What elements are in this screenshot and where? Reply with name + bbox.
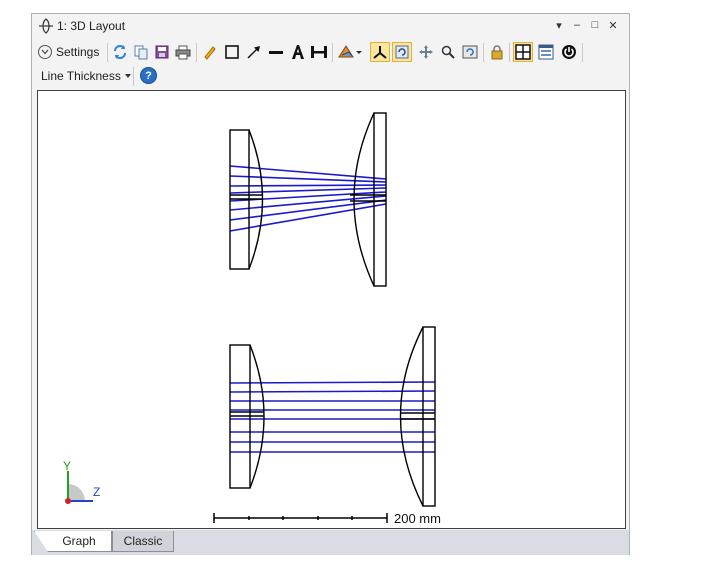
arrow-icon[interactable] — [244, 42, 264, 62]
scale-bar-label: 200 mm — [394, 511, 441, 526]
lower-lens-1 — [229, 344, 265, 489]
toolbar-separator — [582, 43, 583, 62]
toolbar-separator — [107, 43, 108, 62]
toolbar-separator — [196, 43, 197, 62]
secondary-toolbar: Line Thickness ? — [32, 65, 629, 89]
lock-icon[interactable] — [487, 42, 507, 62]
line-thickness-label: Line Thickness — [41, 69, 121, 83]
lens-system-lower — [229, 326, 436, 507]
toolbar-separator — [332, 43, 333, 62]
axis-label-z: Z — [93, 485, 100, 499]
pencil-icon[interactable] — [200, 42, 220, 62]
tab-classic-label: Classic — [123, 534, 163, 548]
toolbar-separator — [133, 67, 134, 86]
toolbar-separator — [483, 43, 484, 62]
toolbar-separator — [509, 43, 510, 62]
tab-graph[interactable]: Graph — [34, 531, 112, 552]
layout-plot-canvas[interactable]: Y Z 200 mm — [37, 90, 626, 529]
lens-layout-icon — [39, 18, 53, 34]
axes-indicator — [65, 471, 93, 504]
rotate-view-dropdown-icon[interactable] — [336, 42, 364, 62]
help-icon[interactable]: ? — [140, 67, 157, 84]
main-toolbar: Settings — [32, 39, 629, 65]
scale-bar — [213, 513, 388, 523]
print-icon[interactable] — [173, 42, 193, 62]
settings-button[interactable]: Settings — [38, 42, 99, 62]
save-icon[interactable] — [152, 42, 172, 62]
zoom-icon[interactable] — [438, 42, 458, 62]
lower-lens-2 — [399, 326, 436, 507]
line-icon[interactable] — [266, 42, 286, 62]
rectangle-icon[interactable] — [222, 42, 242, 62]
pan-icon[interactable] — [416, 42, 436, 62]
axes-icon[interactable] — [370, 42, 390, 62]
tab-classic[interactable]: Classic — [112, 531, 174, 552]
text-icon[interactable] — [288, 42, 308, 62]
fit-window-icon[interactable] — [513, 42, 533, 62]
layout-window: 1: 3D Layout ▾ – □ ✕ Settings Line Thick… — [31, 13, 630, 555]
window-menu-dropdown[interactable]: ▾ — [551, 17, 567, 33]
window-layout-icon[interactable] — [536, 42, 556, 62]
chevron-down-icon — [38, 45, 52, 59]
line-thickness-dropdown[interactable]: Line Thickness — [41, 69, 131, 83]
axis-label-y: Y — [63, 459, 71, 473]
power-icon[interactable] — [559, 42, 579, 62]
caret-down-icon — [124, 74, 131, 78]
dimension-icon[interactable] — [309, 42, 329, 62]
close-button[interactable]: ✕ — [605, 17, 621, 33]
maximize-button[interactable]: □ — [587, 17, 603, 33]
lens-system-upper — [229, 112, 387, 287]
reset-view-icon[interactable] — [460, 42, 480, 62]
tab-graph-label: Graph — [62, 534, 96, 548]
view-tab-bar: Graph Classic — [32, 530, 629, 555]
minimize-button[interactable]: – — [569, 17, 585, 33]
title-bar: 1: 3D Layout ▾ – □ ✕ — [32, 14, 629, 38]
settings-label: Settings — [56, 45, 100, 59]
refresh-icon[interactable] — [110, 42, 130, 62]
lens-layout-drawing: Y Z 200 mm — [63, 112, 441, 526]
upper-lens-1 — [229, 129, 264, 270]
copy-icon[interactable] — [131, 42, 151, 62]
window-title: 1: 3D Layout — [57, 19, 126, 33]
auto-apply-icon[interactable] — [392, 42, 412, 62]
lower-rays — [229, 381, 436, 453]
